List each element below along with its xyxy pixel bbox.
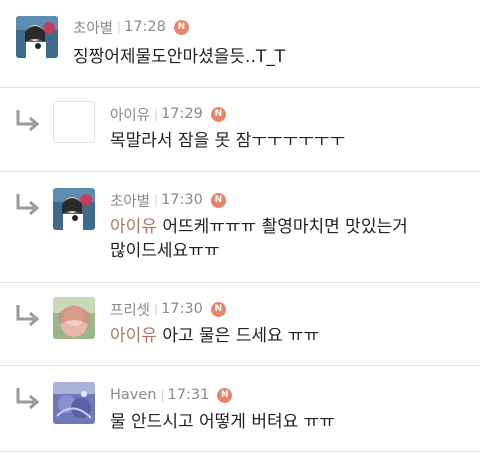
comment-text: 징짱어제물도안마셨을듯..T_T (73, 45, 285, 70)
comment-body: 어뜨케ㅠㅠㅠ 촬영마치면 맛있는거 (156, 217, 408, 237)
author-name[interactable]: 아이유 (110, 104, 150, 125)
avatar[interactable] (53, 297, 95, 339)
reply-item: Haven | 17:31 N 물 안드시고 어떻게 버텨요 ㅠㅠ (0, 366, 480, 453)
comment-text: 목말라서 잠을 못 잠ㅜㅜㅜㅜㅜㅜ (110, 129, 345, 154)
reply-arrow-icon (14, 108, 40, 132)
comment-text: 아이유 어뜨케ㅠㅠㅠ 촬영마치면 맛있는거 (110, 215, 408, 240)
avatar[interactable] (16, 16, 58, 58)
comment-body: 많이드세요ㅠㅠ (110, 241, 220, 261)
new-badge: N (210, 301, 226, 317)
timestamp: 17:31 (167, 387, 210, 403)
avatar[interactable] (53, 188, 95, 230)
author-name[interactable]: Haven (110, 387, 156, 403)
avatar[interactable] (53, 101, 95, 143)
timestamp: 17:30 (161, 192, 203, 208)
comment-text-line2: 많이드세요ㅠㅠ (110, 239, 219, 264)
new-badge: N (210, 192, 226, 208)
separator: | (154, 193, 159, 207)
timestamp: 17:29 (161, 106, 203, 122)
comment-text: 물 안드시고 어떻게 버텨요 ㅠㅠ (110, 410, 335, 435)
separator: | (154, 302, 159, 316)
comment-body: 아고 물은 드세요 ㅠㅠ (156, 326, 320, 346)
comment-text: 아이유 아고 물은 드세요 ㅠㅠ (110, 324, 319, 349)
mention-link[interactable]: 아이유 (110, 217, 157, 237)
separator: | (154, 107, 159, 121)
divider (0, 451, 480, 452)
author-name[interactable]: 초아별 (73, 17, 113, 38)
reply-arrow-icon (14, 303, 40, 327)
new-badge: N (210, 106, 226, 122)
new-badge: N (173, 19, 189, 35)
comment-body: 물 안드시고 어떻게 버텨요 ㅠㅠ (110, 412, 335, 432)
comment-body: 목말라서 잠을 못 잠ㅜㅜㅜㅜㅜㅜ (110, 131, 346, 151)
reply-item: 프리셋 | 17:30 N 아이유 아고 물은 드세요 ㅠㅠ (0, 283, 480, 365)
timestamp: 17:28 (124, 19, 166, 35)
comment-meta: 아이유 | 17:29 N (110, 104, 226, 124)
reply-arrow-icon (14, 192, 40, 216)
avatar[interactable] (53, 382, 95, 424)
mention-link[interactable]: 아이유 (110, 326, 157, 346)
reply-item: 초아별 | 17:30 N 아이유 어뜨케ㅠㅠㅠ 촬영마치면 맛있는거 많이드세… (0, 172, 480, 282)
author-name[interactable]: 프리셋 (110, 299, 150, 320)
comment-meta: 프리셋 | 17:30 N (110, 299, 226, 319)
reply-arrow-icon (14, 386, 40, 410)
comment-body: 징짱어제물도안마셨을듯..T_T (73, 47, 286, 67)
comment-meta: Haven | 17:31 N (110, 385, 233, 405)
new-badge: N (217, 387, 233, 403)
separator: | (160, 388, 165, 402)
comment-meta: 초아별 | 17:28 N (73, 17, 189, 37)
separator: | (117, 20, 122, 34)
comment-item: 초아별 | 17:28 N 징짱어제물도안마셨을듯..T_T (0, 0, 480, 87)
reply-item: 아이유 | 17:29 N 목말라서 잠을 못 잠ㅜㅜㅜㅜㅜㅜ (0, 88, 480, 171)
comment-meta: 초아별 | 17:30 N (110, 190, 226, 210)
author-name[interactable]: 초아별 (110, 190, 150, 211)
timestamp: 17:30 (161, 301, 203, 317)
